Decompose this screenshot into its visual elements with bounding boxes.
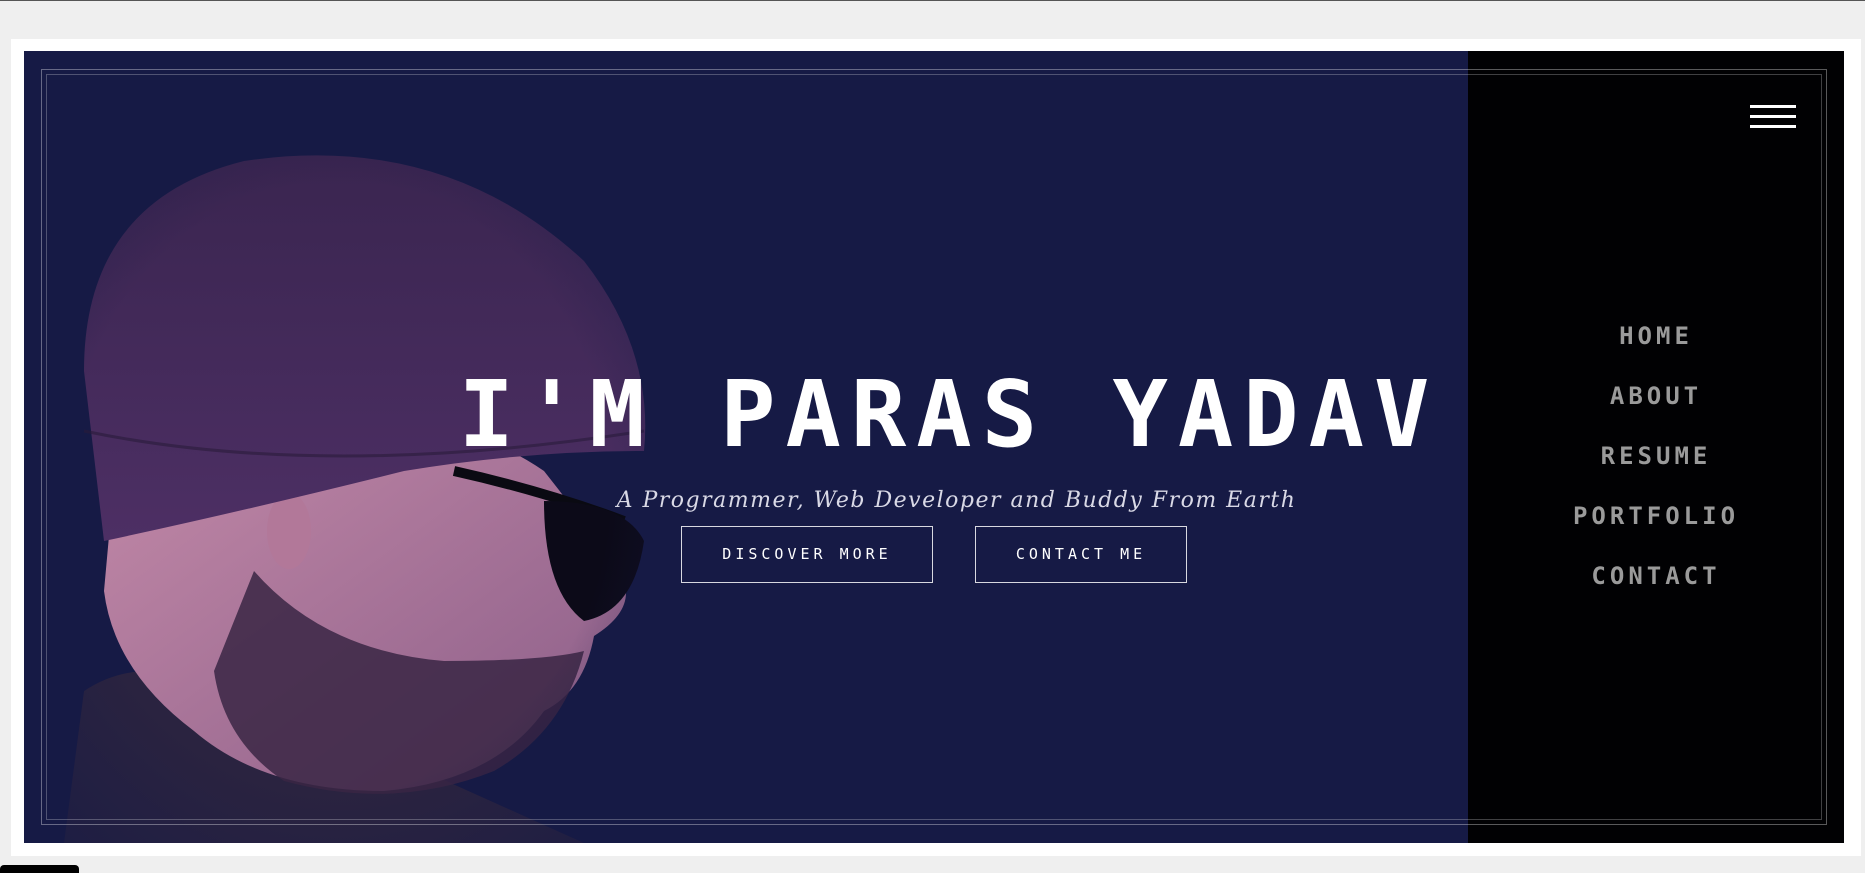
bottom-tab-marker xyxy=(0,865,79,873)
sidebar-nav-panel: HOME ABOUT RESUME PORTFOLIO CONTACT xyxy=(1468,51,1844,843)
hero-headline: I'M PARAS YADAV xyxy=(458,361,1440,468)
discover-more-button[interactable]: DISCOVER MORE xyxy=(681,526,933,583)
hero-section: HOME ABOUT RESUME PORTFOLIO CONTACT I'M … xyxy=(24,51,1844,843)
hero-subline: A Programmer, Web Developer and Buddy Fr… xyxy=(616,488,1297,513)
main-nav: HOME ABOUT RESUME PORTFOLIO CONTACT xyxy=(1468,306,1844,606)
nav-item-resume[interactable]: RESUME xyxy=(1468,426,1844,486)
nav-item-portfolio[interactable]: PORTFOLIO xyxy=(1468,486,1844,546)
contact-me-button[interactable]: CONTACT ME xyxy=(975,526,1187,583)
nav-item-home[interactable]: HOME xyxy=(1468,306,1844,366)
nav-item-about[interactable]: ABOUT xyxy=(1468,366,1844,426)
window-top-rule xyxy=(0,0,1865,1)
nav-item-contact[interactable]: CONTACT xyxy=(1468,546,1844,606)
hamburger-menu-icon[interactable] xyxy=(1750,105,1796,137)
